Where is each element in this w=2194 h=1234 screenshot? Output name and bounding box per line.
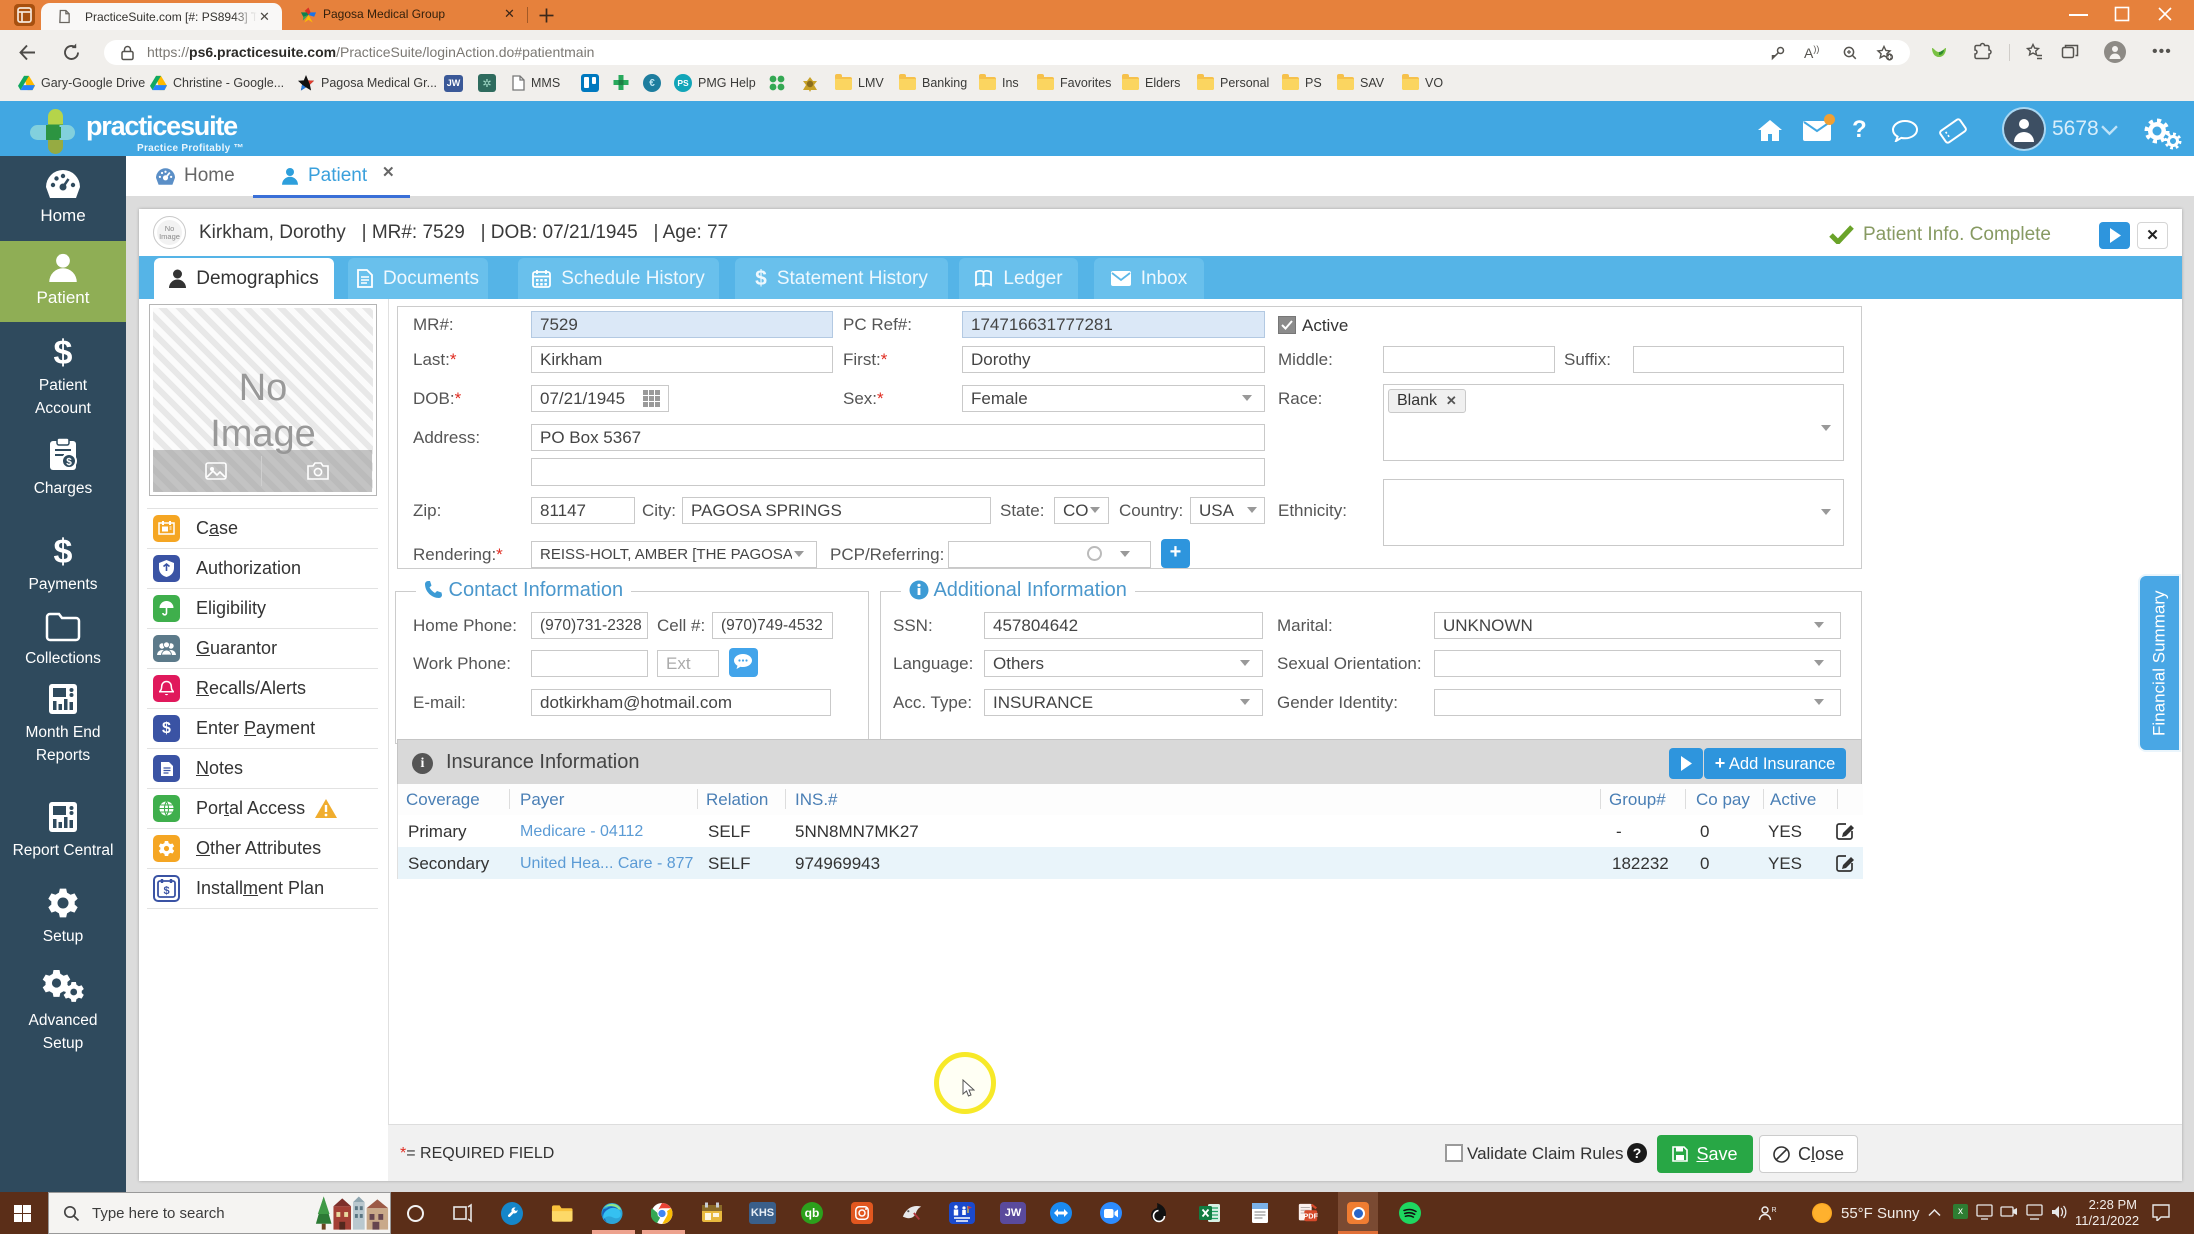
svg-text:PDF: PDF xyxy=(1303,1212,1318,1221)
svg-text:R: R xyxy=(1771,1207,1776,1214)
svg-text:$: $ xyxy=(66,457,72,468)
svg-text:$: $ xyxy=(163,885,169,897)
